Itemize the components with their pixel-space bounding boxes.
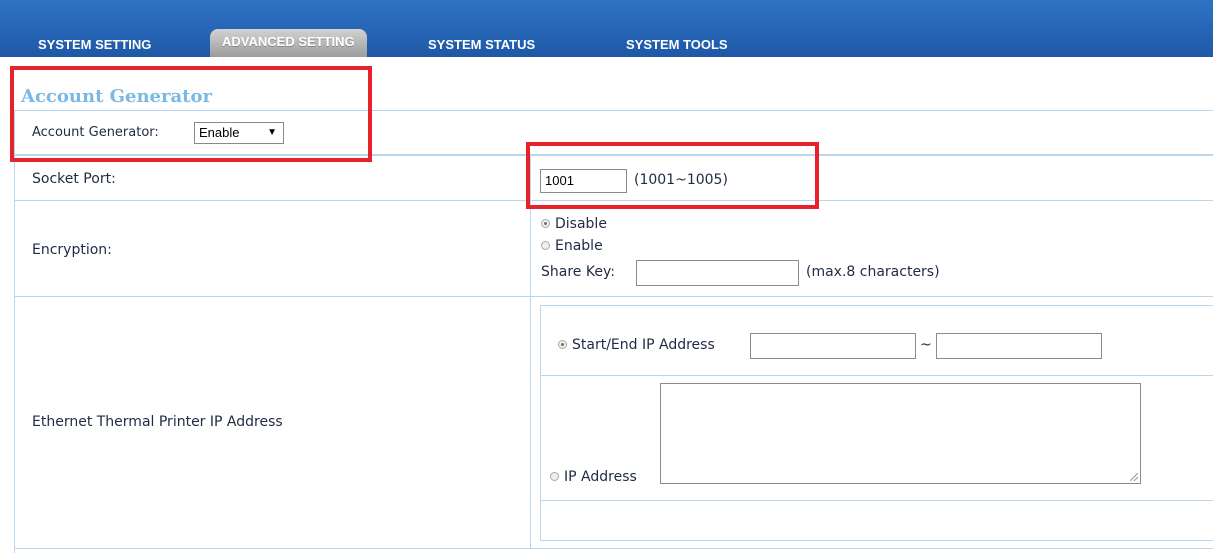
tab-advanced-setting[interactable]: ADVANCED SETTING: [210, 29, 367, 57]
divider: [14, 548, 1213, 549]
radio-unchecked-icon[interactable]: [541, 240, 550, 250]
start-end-ip-label: Start/End IP Address: [572, 337, 715, 353]
resize-grip-icon[interactable]: [1130, 473, 1138, 481]
encryption-option-enable[interactable]: Enable: [541, 238, 603, 254]
divider: [530, 156, 531, 548]
start-end-ip-option[interactable]: Start/End IP Address: [558, 337, 715, 353]
top-navigation: SYSTEM SETTING ADVANCED SETTING SYSTEM S…: [0, 0, 1213, 57]
advanced-setting-page: SYSTEM SETTING ADVANCED SETTING SYSTEM S…: [0, 0, 1213, 553]
divider: [540, 500, 1213, 501]
share-key-hint: (max.8 characters): [806, 264, 940, 280]
socket-port-label: Socket Port:: [32, 171, 116, 187]
divider: [540, 305, 541, 541]
divider: [540, 305, 1213, 306]
tab-system-setting[interactable]: SYSTEM SETTING: [38, 32, 151, 57]
radio-checked-icon[interactable]: [541, 218, 550, 228]
highlight-box-account-generator: [10, 66, 372, 162]
ip-address-label: IP Address: [564, 469, 637, 485]
radio-checked-icon[interactable]: [558, 339, 567, 349]
tab-system-tools[interactable]: SYSTEM TOOLS: [626, 32, 728, 57]
ip-address-option[interactable]: IP Address: [550, 469, 637, 485]
highlight-box-socket-port: [526, 142, 819, 209]
ip-address-textarea[interactable]: [660, 383, 1141, 484]
printer-ip-label: Ethernet Thermal Printer IP Address: [32, 414, 283, 430]
ip-range-separator: ~: [920, 337, 932, 353]
encryption-disable-label: Disable: [555, 216, 607, 232]
start-ip-input[interactable]: [750, 333, 916, 359]
share-key-label: Share Key:: [541, 264, 615, 280]
encryption-option-disable[interactable]: Disable: [541, 216, 607, 232]
divider: [14, 296, 1213, 297]
share-key-input[interactable]: [636, 260, 799, 286]
divider: [540, 540, 1213, 541]
divider: [540, 375, 1213, 376]
encryption-enable-label: Enable: [555, 238, 603, 254]
encryption-label: Encryption:: [32, 242, 112, 258]
radio-unchecked-icon[interactable]: [550, 471, 559, 481]
end-ip-input[interactable]: [936, 333, 1102, 359]
tab-system-status[interactable]: SYSTEM STATUS: [428, 32, 535, 57]
divider: [14, 110, 15, 553]
